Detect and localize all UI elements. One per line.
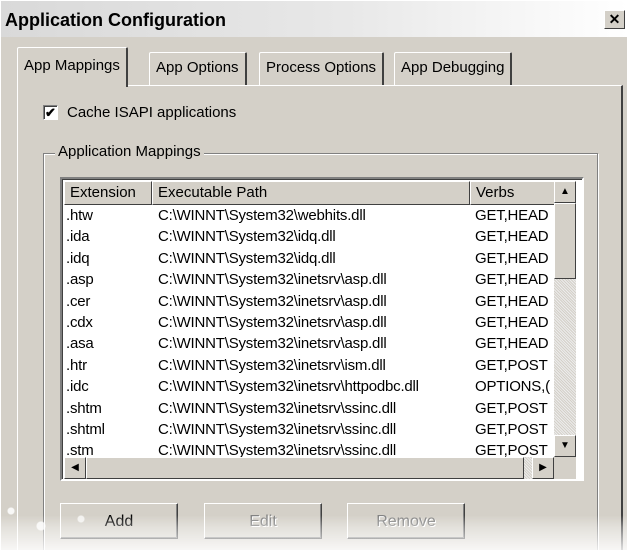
- tab-app-options[interactable]: App Options: [149, 52, 247, 85]
- window-title: Application Configuration: [5, 10, 226, 30]
- tab-app-mappings[interactable]: App Mappings: [17, 47, 128, 87]
- tab-app-debugging[interactable]: App Debugging: [394, 52, 513, 85]
- close-button[interactable]: ✕: [604, 10, 625, 29]
- application-configuration-dialog: Application Configuration ✕ App Mappings…: [0, 0, 627, 550]
- tab-process-options[interactable]: Process Options: [259, 52, 385, 85]
- application-mappings-group-title: Application Mappings: [55, 143, 204, 160]
- title-bar[interactable]: Application Configuration ✕: [1, 1, 627, 37]
